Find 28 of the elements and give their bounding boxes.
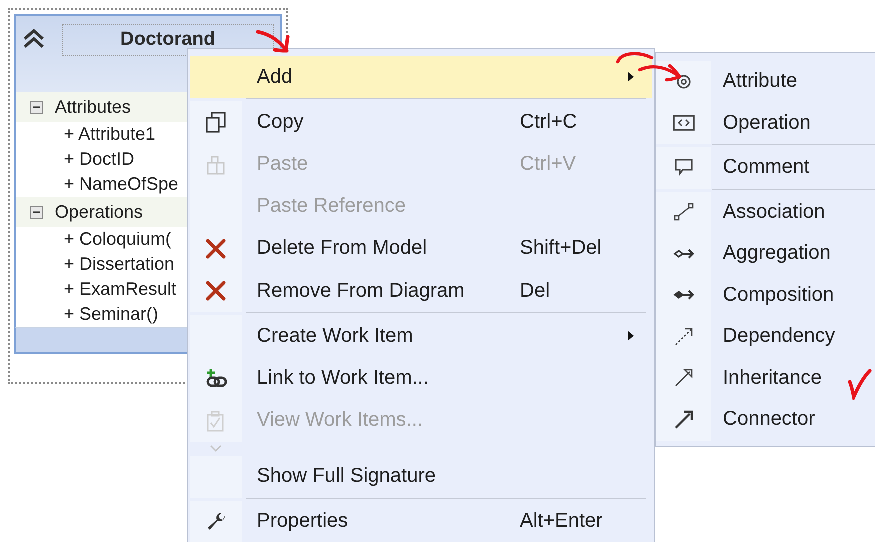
menu-item[interactable]: Inheritance xyxy=(656,358,875,399)
submenu-arrow-icon xyxy=(628,72,634,82)
compartment-title: Attributes xyxy=(55,96,132,118)
submenu-arrow-icon xyxy=(628,331,634,342)
menu-item[interactable]: Attribute xyxy=(656,61,875,102)
copy-icon xyxy=(205,111,227,134)
menu-item[interactable]: Aggregation xyxy=(656,233,875,274)
collapse-toggle[interactable] xyxy=(30,100,43,114)
menu-item[interactable]: Connector xyxy=(656,399,875,440)
menu-item[interactable]: Association xyxy=(656,188,875,233)
menu-item[interactable]: Dependency xyxy=(656,316,875,358)
menu-item[interactable]: Add xyxy=(190,56,652,98)
collapse-chevron-icon xyxy=(22,28,46,50)
association-line-icon xyxy=(672,201,694,224)
menu-item[interactable]: Show Full Signature xyxy=(190,456,652,498)
delete-icon xyxy=(205,238,227,260)
speech-bubble-icon xyxy=(672,156,694,179)
clipboard-check-icon xyxy=(205,410,227,432)
chevron-icon xyxy=(210,444,222,453)
menu-item[interactable]: Composition xyxy=(656,274,875,316)
delete-icon xyxy=(205,280,227,302)
link-icon xyxy=(205,367,227,390)
compartment-title: Operations xyxy=(55,202,144,222)
check-mark xyxy=(847,368,873,400)
arrow-icon xyxy=(672,408,694,431)
menu-item[interactable]: Comment xyxy=(656,144,875,188)
menu-item[interactable]: Operation xyxy=(656,102,875,144)
collapse-toggle[interactable] xyxy=(30,206,43,218)
